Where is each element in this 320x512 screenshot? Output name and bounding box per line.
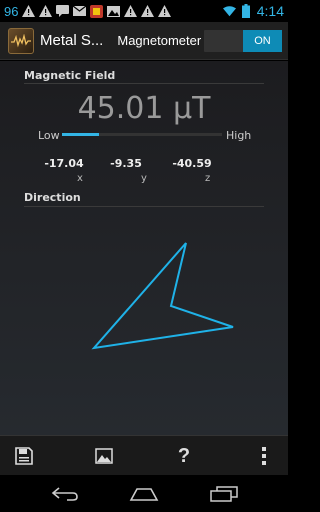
x-value: -17.04 [44,157,84,170]
picture-icon [95,448,113,464]
recents-icon [210,485,238,502]
direction-compass [91,242,234,350]
app-notification-icon [90,4,104,18]
battery-icon [240,4,253,18]
overflow-menu-button[interactable] [244,436,284,476]
low-label: Low [38,129,60,142]
back-icon [51,486,78,501]
chat-icon [56,5,70,18]
y-label: y [141,173,147,184]
high-label: High [226,129,252,142]
mode-label: Magnetometer [117,33,202,48]
mail-icon [73,5,87,18]
field-level-bar [62,133,222,136]
recents-button[interactable] [199,475,249,512]
y-value: -9.35 [110,157,142,170]
clock: 4:14 [256,3,284,19]
navigation-bar [0,475,288,512]
toggle-on-label: ON [243,30,282,52]
main-panel: Magnetic Field 45.01 μT Low High -17.04 … [0,61,288,435]
magnetometer-toggle[interactable]: ON [204,30,282,52]
direction-arrow-icon [91,242,234,350]
back-button[interactable] [40,475,90,512]
warning-icon [158,5,172,18]
warning-icon [22,5,36,18]
status-bar: 96 4:14 [0,0,288,22]
bottom-toolbar: ? [0,435,288,475]
divider [24,83,264,84]
app-logo-icon[interactable] [8,27,34,54]
save-icon [15,447,33,465]
magnetic-field-title: Magnetic Field [24,69,116,82]
more-vert-icon [262,447,266,465]
z-value: -40.59 [172,157,212,170]
app-title: Metal S... [40,32,104,49]
x-label: x [77,173,83,184]
image-icon [107,5,121,18]
action-bar: Metal S... Magnetometer ON [0,22,288,60]
save-button[interactable] [4,436,44,476]
home-icon [129,487,159,501]
help-button[interactable]: ? [164,436,204,476]
z-label: z [205,173,211,184]
home-button[interactable] [119,475,169,512]
gallery-button[interactable] [84,436,124,476]
direction-title: Direction [24,191,81,204]
field-level-fill [62,133,99,136]
warning-icon [39,5,53,18]
notification-count: 96 [4,3,19,19]
warning-icon [124,5,138,18]
divider [24,206,264,207]
wifi-icon [222,5,236,18]
field-strength-value: 45.01 μT [77,91,211,126]
warning-icon [141,5,155,18]
